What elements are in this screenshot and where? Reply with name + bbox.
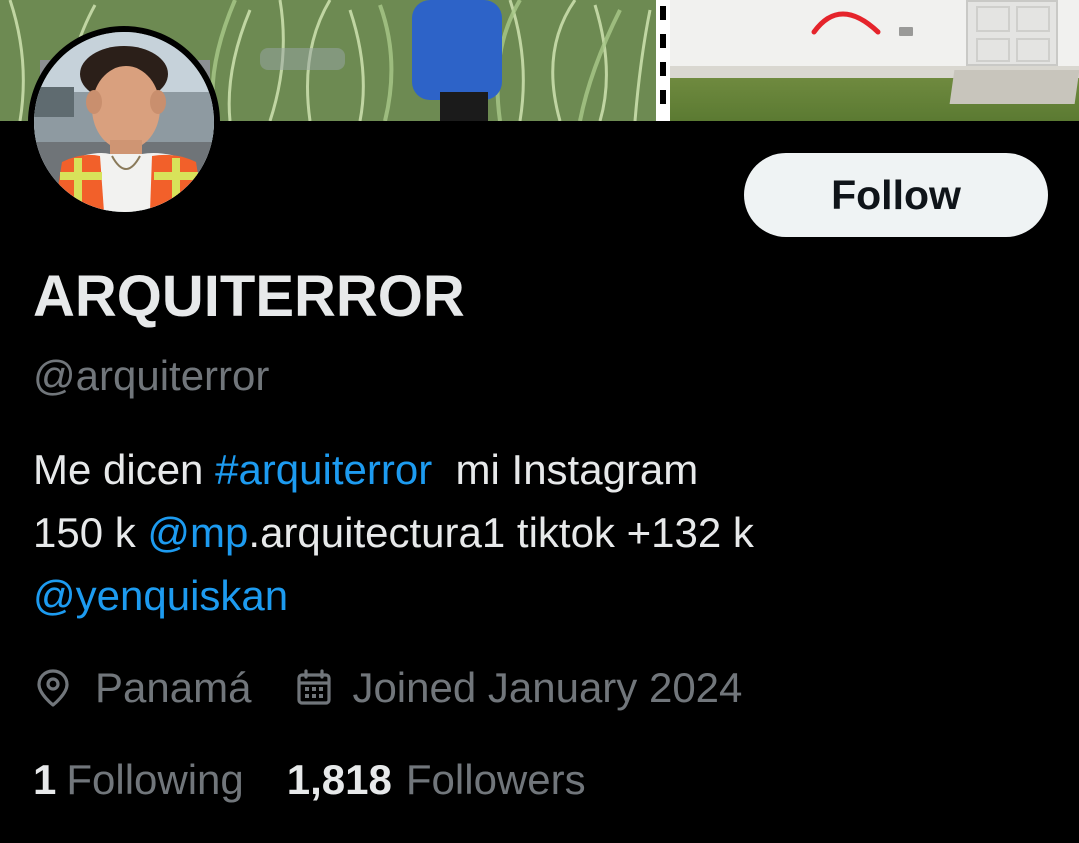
bio-mention-link[interactable]: @yenquiskan xyxy=(33,572,288,619)
bio-text: Me dicen xyxy=(33,446,216,493)
profile-meta: Panamá Joined January 2024 xyxy=(35,660,742,716)
followers-count: 1,818 xyxy=(286,756,392,803)
avatar[interactable] xyxy=(28,26,220,218)
location-text: Panamá xyxy=(95,664,252,711)
profile-stats: 1 Following 1,818 Followers xyxy=(33,752,586,808)
avatar-photo xyxy=(34,32,214,212)
calendar-icon xyxy=(296,669,332,707)
following-label: Following xyxy=(66,756,244,803)
bio-text: .arquitectura1 tiktok +132 k xyxy=(248,509,754,556)
door-graphic xyxy=(966,0,1058,66)
bio-line-2: 150 k @mp.arquitectura1 tiktok +132 k xyxy=(33,501,1053,564)
bio-mention-link[interactable]: @mp xyxy=(147,509,248,556)
bio-hashtag-link[interactable]: #arquiterror xyxy=(215,446,432,493)
red-mark-graphic xyxy=(811,11,881,35)
profile-handle: @arquiterror xyxy=(33,352,270,399)
location-pin-icon xyxy=(35,668,71,708)
followers-label: Followers xyxy=(405,756,586,803)
following-link[interactable]: 1 Following xyxy=(33,756,244,804)
bio-line-1: Me dicen #arquiterror mi Instagram xyxy=(33,438,1053,501)
location-item: Panamá xyxy=(35,664,251,712)
bio-line-3: @yenquiskan xyxy=(33,564,1053,627)
display-name: ARQUITERROR xyxy=(33,264,465,329)
bio-text: mi Instagram xyxy=(432,446,699,493)
joined-date-text: Joined January 2024 xyxy=(352,664,743,711)
follow-button[interactable]: Follow xyxy=(744,153,1048,237)
followers-link[interactable]: 1,818 Followers xyxy=(287,756,586,804)
bio-text: 150 k xyxy=(33,509,148,556)
following-count: 1 xyxy=(33,756,57,803)
banner-divider xyxy=(656,0,670,121)
profile-bio: Me dicen #arquiterror mi Instagram 150 k… xyxy=(33,438,1053,627)
joined-item: Joined January 2024 xyxy=(296,664,742,712)
banner-photo-right xyxy=(670,0,1079,121)
